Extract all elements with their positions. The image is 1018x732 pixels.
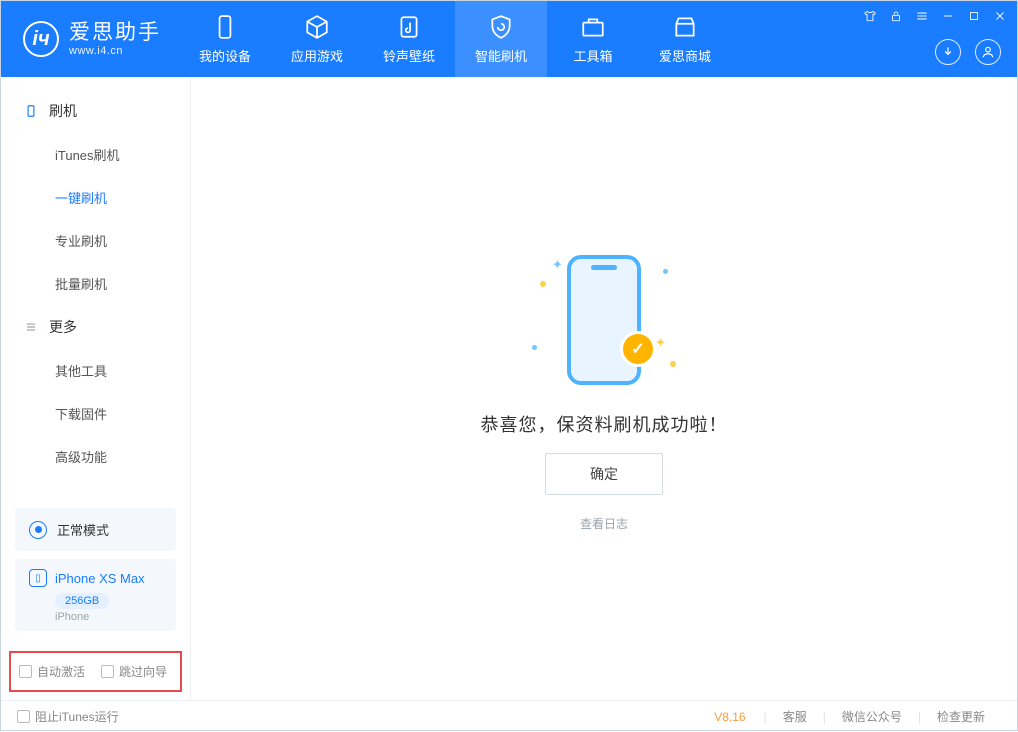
device-panel: 正常模式 ▯ iPhone XS Max 256GB iPhone [1, 496, 190, 643]
tab-ringtone-wallpaper[interactable]: 铃声壁纸 [363, 1, 455, 77]
checkbox-icon [19, 665, 32, 678]
tab-store[interactable]: 爱思商城 [639, 1, 731, 77]
nav-item-download-firmware[interactable]: 下载固件 [1, 392, 190, 435]
sidebar-nav: 刷机 iTunes刷机 一键刷机 专业刷机 批量刷机 更多 其他工具 下载固件 … [1, 77, 190, 496]
phone-outline-icon [23, 103, 39, 119]
nav-item-batch-flash[interactable]: 批量刷机 [1, 262, 190, 305]
device-mode-label: 正常模式 [57, 520, 109, 539]
checkbox-label: 跳过向导 [119, 663, 167, 680]
menu-icon[interactable] [913, 7, 931, 25]
app-title: 爱思助手 [69, 21, 161, 44]
close-icon[interactable] [991, 7, 1009, 25]
decor-dot [532, 345, 537, 350]
lock-icon[interactable] [887, 7, 905, 25]
window-controls [861, 7, 1009, 25]
device-name: iPhone XS Max [55, 571, 145, 586]
success-illustration: ✓ ✦ ✦ [514, 245, 694, 395]
shield-refresh-icon [488, 14, 514, 40]
store-icon [672, 14, 698, 40]
device-mode-card[interactable]: 正常模式 [15, 508, 176, 551]
list-icon [23, 319, 39, 335]
normal-mode-icon [29, 521, 47, 539]
footer-left: 阻止iTunes运行 [17, 708, 119, 725]
nav-group-more: 更多 [1, 305, 190, 349]
tab-label: 铃声壁纸 [383, 46, 435, 65]
confirm-button[interactable]: 确定 [545, 453, 663, 495]
footer-link-support[interactable]: 客服 [767, 708, 823, 725]
checkbox-block-itunes[interactable]: 阻止iTunes运行 [17, 708, 119, 725]
tab-smart-flash[interactable]: 智能刷机 [455, 1, 547, 77]
checkbox-skip-guide[interactable]: 跳过向导 [101, 663, 167, 680]
user-icon[interactable] [975, 39, 1001, 65]
tab-label: 爱思商城 [659, 46, 711, 65]
tab-label: 我的设备 [199, 46, 251, 65]
device-type: iPhone [55, 611, 162, 623]
user-controls [935, 39, 1001, 65]
device-row: ▯ iPhone XS Max [29, 569, 162, 587]
app-subtitle: www.i4.cn [69, 45, 161, 57]
checkbox-icon [17, 710, 30, 723]
device-storage-badge: 256GB [55, 593, 109, 609]
nav-item-pro-flash[interactable]: 专业刷机 [1, 219, 190, 262]
checkbox-label: 自动激活 [37, 663, 85, 680]
flash-options-box: 自动激活 跳过向导 [9, 651, 182, 692]
nav-item-other-tools[interactable]: 其他工具 [1, 349, 190, 392]
download-icon[interactable] [935, 39, 961, 65]
sidebar: 刷机 iTunes刷机 一键刷机 专业刷机 批量刷机 更多 其他工具 下载固件 … [1, 77, 191, 700]
footer-link-wechat[interactable]: 微信公众号 [826, 708, 918, 725]
decor-dot [670, 361, 676, 367]
app-body: 刷机 iTunes刷机 一键刷机 专业刷机 批量刷机 更多 其他工具 下载固件 … [1, 77, 1017, 700]
status-bar: 阻止iTunes运行 V8.16 | 客服 | 微信公众号 | 检查更新 [1, 700, 1017, 732]
cube-icon [304, 14, 330, 40]
sparkle-icon: ✦ [655, 335, 666, 351]
view-log-link[interactable]: 查看日志 [580, 515, 628, 532]
app-header: iч 爱思助手 www.i4.cn 我的设备 应用游戏 铃声壁纸 智能刷机 工具… [1, 1, 1017, 77]
tab-toolbox[interactable]: 工具箱 [547, 1, 639, 77]
tab-my-device[interactable]: 我的设备 [179, 1, 271, 77]
tab-label: 工具箱 [573, 46, 612, 65]
briefcase-icon [580, 14, 606, 40]
tab-label: 应用游戏 [291, 46, 343, 65]
minimize-icon[interactable] [939, 7, 957, 25]
main-content: ✓ ✦ ✦ 恭喜您，保资料刷机成功啦！ 确定 查看日志 [191, 77, 1017, 700]
logo-text: 爱思助手 www.i4.cn [69, 21, 161, 56]
decor-dot [540, 281, 546, 287]
nav-group-label: 更多 [49, 317, 77, 337]
version-label: V8.16 [714, 710, 745, 724]
app-logo-icon: iч [23, 21, 59, 57]
nav-item-itunes-flash[interactable]: iTunes刷机 [1, 133, 190, 176]
device-phone-icon: ▯ [29, 569, 47, 587]
check-badge-icon: ✓ [620, 331, 656, 367]
maximize-icon[interactable] [965, 7, 983, 25]
checkbox-label: 阻止iTunes运行 [35, 708, 119, 725]
nav-group-flash: 刷机 [1, 89, 190, 133]
checkbox-icon [101, 665, 114, 678]
tshirt-icon[interactable] [861, 7, 879, 25]
nav-group-label: 刷机 [49, 101, 77, 121]
tab-label: 智能刷机 [475, 46, 527, 65]
music-file-icon [396, 14, 422, 40]
success-title: 恭喜您，保资料刷机成功啦！ [481, 411, 728, 437]
sparkle-icon: ✦ [552, 257, 563, 273]
nav-item-advanced[interactable]: 高级功能 [1, 435, 190, 478]
decor-dot [663, 269, 668, 274]
device-card[interactable]: ▯ iPhone XS Max 256GB iPhone [15, 559, 176, 631]
nav-item-onekey-flash[interactable]: 一键刷机 [1, 176, 190, 219]
device-icon [212, 14, 238, 40]
footer-right: V8.16 | 客服 | 微信公众号 | 检查更新 [714, 708, 1001, 725]
footer-link-update[interactable]: 检查更新 [921, 708, 1001, 725]
logo-area: iч 爱思助手 www.i4.cn [1, 1, 179, 77]
tab-app-games[interactable]: 应用游戏 [271, 1, 363, 77]
checkbox-auto-activate[interactable]: 自动激活 [19, 663, 85, 680]
